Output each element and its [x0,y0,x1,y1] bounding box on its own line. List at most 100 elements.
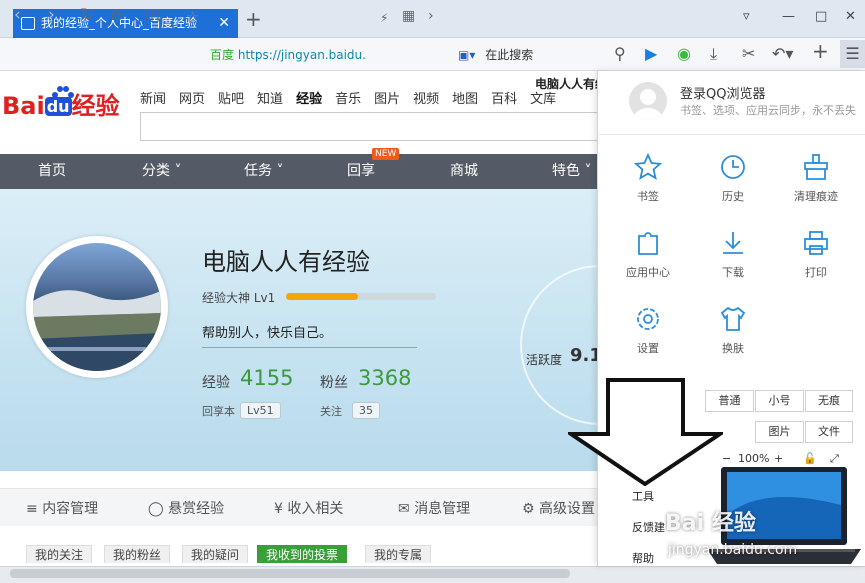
zoom-out-button[interactable]: − [722,452,731,465]
skin-icon[interactable]: ▿ [743,9,750,24]
profile-name: 电脑人人有经验 [202,248,370,276]
login-title[interactable]: 登录QQ浏览器 [680,83,765,102]
menu-item-app-center[interactable]: 应用中心 [603,228,693,280]
follow-count[interactable]: 35 [352,402,380,419]
minimize-icon[interactable]: — [782,9,795,24]
menu-tools[interactable]: 工具 [632,488,654,504]
qr-code-icon[interactable]: ▦ [402,6,415,26]
watermark-url: jingyan.baidu.com [668,542,798,558]
view-images-button[interactable]: 图片 [755,421,804,443]
menu-item-clear-traces[interactable]: 清理痕迹 [771,152,861,204]
chevron-right-icon[interactable]: › [428,6,434,26]
top-nav-link[interactable]: 贴吧 [218,92,244,107]
search-icon[interactable]: ⚲ [614,44,626,64]
menu-hamburger-icon[interactable]: ☰ [840,40,865,68]
reading-mode-icon[interactable]: ◫ [144,5,160,25]
top-nav-link[interactable]: 新闻 [140,92,166,107]
wechat-icon[interactable]: ◉ [677,44,691,64]
huixiang-label: 回享本 [202,405,235,418]
video-play-icon[interactable]: ▶ [645,44,657,64]
login-subtitle: 书签、选项、应用云同步，永不丢失 [680,104,856,117]
view-files-button[interactable]: 文件 [805,421,853,443]
top-nav-link[interactable]: 视频 [413,92,439,107]
subtab-fans[interactable]: 我的粉丝 [104,545,171,563]
subtab-questions[interactable]: 我的疑问 [182,545,249,563]
address-bar[interactable]: 百度 https://jingyan.baidu. [210,44,470,66]
top-nav-link[interactable]: 经验 [296,92,322,107]
subtab-exclusive[interactable]: 我的专属 [365,545,432,563]
tab-reward-experience[interactable]: ◯ 悬赏经验 [148,498,224,518]
menu-item-download[interactable]: 下载 [688,228,778,280]
subtab-votes-received[interactable]: 我收到的投票 [257,545,348,563]
menu-item-skin[interactable]: 换肤 [688,304,778,356]
top-nav-link[interactable]: 百科 [491,92,517,107]
mode-incognito-button[interactable]: 无痕 [805,390,853,412]
download-toolbar-icon[interactable]: ⤓ [710,44,717,64]
user-name-header[interactable]: 电脑人人有经 [535,75,597,92]
scissors-icon[interactable]: ✂ [742,44,755,64]
add-icon[interactable]: + [812,41,829,61]
menu-item-history[interactable]: 历史 [688,152,778,204]
star-icon [633,152,663,180]
menu-item-label: 打印 [805,266,827,279]
site-menu-item[interactable]: 任务 ˅ [244,154,283,189]
site-menu-bar: 首页 分类 ˅ 任务 ˅ 回享 商城 特色 ˅ [0,154,597,189]
logo-bai: Bai [2,92,45,120]
login-avatar-icon[interactable] [629,82,667,120]
menu-help[interactable]: 帮助 [632,550,654,566]
tab-advanced-settings[interactable]: ⚙ 高级设置 [522,498,595,518]
top-nav-link[interactable]: 音乐 [335,92,361,107]
down-arrow-annotation-icon [568,378,723,486]
zoom-level: 100% [738,452,770,465]
lightning-icon[interactable]: ⚡ [380,8,388,28]
menu-feedback[interactable]: 反馈建 [632,519,665,535]
maximize-icon[interactable]: □ [815,9,827,24]
site-menu-item[interactable]: 商城 [450,154,478,189]
zoom-in-button[interactable]: + [774,452,783,465]
profile-motto[interactable]: 帮助别人，快乐自己。 [202,322,417,348]
tab-income[interactable]: ¥ 收入相关 [274,498,343,518]
tab-close-icon[interactable]: ✕ [218,9,230,38]
site-menu-item[interactable]: 特色 ˅ [552,154,591,189]
baidu-jingyan-logo[interactable]: Bai du经验 [2,86,120,123]
tab-messages[interactable]: ✉ 消息管理 [398,498,470,518]
search-box[interactable]: ▣▾ 在此搜索 [458,44,638,66]
undo-icon[interactable]: ↶▾ [772,44,793,64]
site-menu-item[interactable]: 分类 ˅ [142,154,181,189]
top-nav-link[interactable]: 文库 [530,92,556,107]
fullscreen-icon[interactable]: ⤢ [830,452,839,466]
lock-icon[interactable]: 🔓 [803,452,817,465]
site-menu-item[interactable]: 回享 [347,154,375,189]
favorite-star-icon[interactable]: ☆ [186,7,199,27]
menu-item-settings[interactable]: 设置 [603,304,693,356]
menu-item-print[interactable]: 打印 [771,228,861,280]
fans-value[interactable]: 3368 [358,366,411,390]
window-close-icon[interactable]: ✕ [845,9,856,24]
avatar[interactable] [33,243,161,371]
top-nav-link[interactable]: 网页 [179,92,205,107]
tab-content-management[interactable]: ≡ 内容管理 [26,498,98,518]
top-nav-link[interactable]: 图片 [374,92,400,107]
activity-value: 9.1 [570,345,597,366]
forward-icon[interactable]: › [48,5,55,25]
printer-icon [804,231,828,255]
menu-item-label: 设置 [637,342,659,355]
home-icon[interactable]: ⌂ [111,5,122,25]
page-favicon-icon [21,17,35,30]
fans-label: 粉丝 [320,375,348,391]
browser-tab[interactable]: 我的经验_个人中心_百度经验 ✕ [13,9,238,38]
horizontal-scrollbar[interactable] [10,569,570,578]
mode-small-button[interactable]: 小号 [755,390,804,412]
shirt-icon [720,306,746,331]
site-menu-item[interactable]: 首页 [38,154,66,189]
refresh-icon[interactable]: ↻ [80,5,94,25]
top-nav-link[interactable]: 地图 [452,92,478,107]
menu-item-bookmarks[interactable]: 书签 [603,152,693,204]
top-nav-link[interactable]: 知道 [257,92,283,107]
new-tab-button[interactable]: + [245,9,262,29]
activity-label: 活跃度 [526,353,563,367]
back-icon[interactable]: ‹ [14,5,21,25]
subtab-following[interactable]: 我的关注 [26,545,93,563]
site-search-input[interactable] [140,112,600,141]
search-engine-icon[interactable]: ▣▾ [458,48,475,62]
